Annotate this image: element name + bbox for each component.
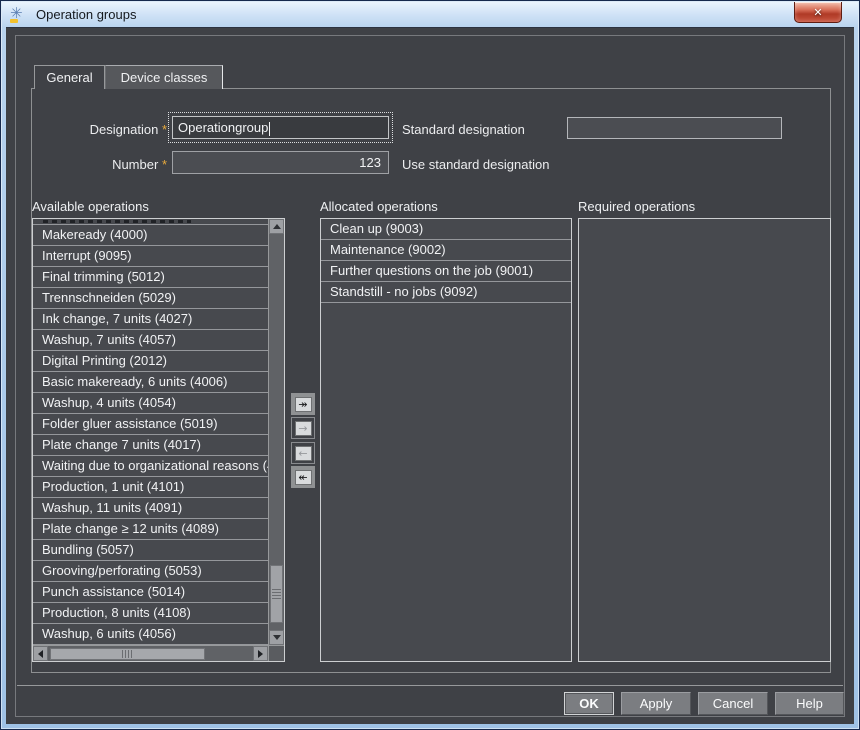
move-left-button[interactable]: ← xyxy=(291,442,315,464)
required-marker: * xyxy=(162,122,167,137)
list-item[interactable]: Plate change 7 units (4017) xyxy=(33,435,268,456)
scroll-down-button[interactable] xyxy=(269,630,284,645)
scroll-up-button[interactable] xyxy=(269,219,284,234)
footer-separator xyxy=(17,685,843,686)
allocated-operations-header: Allocated operations xyxy=(320,199,438,214)
list-item[interactable]: Washup, 6 units (4056) xyxy=(33,624,268,645)
list-item[interactable]: Interrupt (9095) xyxy=(33,246,268,267)
required-operations-header: Required operations xyxy=(578,199,695,214)
move-right-button[interactable]: → xyxy=(291,417,315,439)
list-item[interactable]: Grooving/perforating (5053) xyxy=(33,561,268,582)
tab-content-groupbox: Designation * Operationgroup Standard de… xyxy=(31,88,831,673)
list-item[interactable]: Digital Printing (2012) xyxy=(33,351,268,372)
required-operations-rows[interactable] xyxy=(579,219,830,661)
triangle-down-icon xyxy=(273,635,281,640)
list-item[interactable]: Standstill - no jobs (9092) xyxy=(321,282,571,303)
triangle-right-icon xyxy=(258,650,263,658)
scrollbar-corner xyxy=(268,645,284,661)
list-item[interactable]: Maintenance (9002) xyxy=(321,240,571,261)
required-operations-list[interactable] xyxy=(578,218,831,662)
arrow-right-icon: → xyxy=(295,421,312,436)
allocated-operations-rows[interactable]: Clean up (9003)Maintenance (9002)Further… xyxy=(321,219,571,661)
double-arrow-left-icon: ↞ xyxy=(295,470,312,485)
list-item[interactable]: Ink change, 7 units (4027) xyxy=(33,309,268,330)
standard-designation-input[interactable] xyxy=(567,117,782,139)
help-button[interactable]: Help xyxy=(775,692,844,715)
triangle-up-icon xyxy=(273,224,281,229)
text-caret xyxy=(269,122,270,136)
designation-input[interactable]: Operationgroup xyxy=(172,116,389,139)
list-item[interactable]: Waiting due to organizational reasons (4… xyxy=(33,456,268,477)
designation-label: Designation * xyxy=(32,122,167,137)
required-marker: * xyxy=(162,157,167,172)
double-arrow-right-icon: ↠ xyxy=(295,397,312,412)
list-item[interactable]: Washup, 11 units (4091) xyxy=(33,498,268,519)
list-item[interactable]: Further questions on the job (9001) xyxy=(321,261,571,282)
move-all-right-button[interactable]: ↠ xyxy=(291,393,315,415)
window-title: Operation groups xyxy=(36,7,136,22)
horizontal-scrollbar[interactable] xyxy=(33,645,268,661)
list-item[interactable]: Folder gluer assistance (5019) xyxy=(33,414,268,435)
apply-button[interactable]: Apply xyxy=(621,692,691,715)
list-item[interactable]: Final trimming (5012) xyxy=(33,267,268,288)
list-item[interactable]: Clean up (9003) xyxy=(321,219,571,240)
vertical-scroll-thumb[interactable] xyxy=(270,565,283,623)
tab-general[interactable]: General xyxy=(34,65,105,89)
scroll-left-button[interactable] xyxy=(33,646,48,661)
close-button[interactable]: ✕ xyxy=(794,2,842,23)
clipped-list-item[interactable] xyxy=(33,219,268,225)
triangle-left-icon xyxy=(38,650,43,658)
thumb-grip xyxy=(272,589,281,599)
number-label: Number * xyxy=(32,157,167,172)
window-frame: ✳ Operation groups ✕ General Device clas… xyxy=(0,0,860,730)
ok-button[interactable]: OK xyxy=(564,692,614,715)
tab-device-classes[interactable]: Device classes xyxy=(105,65,223,89)
list-item[interactable]: Washup, 4 units (4054) xyxy=(33,393,268,414)
list-item[interactable]: Punch assistance (5014) xyxy=(33,582,268,603)
scroll-right-button[interactable] xyxy=(253,646,268,661)
standard-designation-label: Standard designation xyxy=(402,122,525,137)
list-item[interactable]: Production, 1 unit (4101) xyxy=(33,477,268,498)
available-operations-rows[interactable]: Makeready (4000)Interrupt (9095)Final tr… xyxy=(33,219,268,645)
list-item[interactable]: Plate change ≥ 12 units (4089) xyxy=(33,519,268,540)
app-icon: ✳ xyxy=(10,6,27,23)
vertical-scrollbar[interactable] xyxy=(268,219,284,645)
list-item[interactable]: Trennschneiden (5029) xyxy=(33,288,268,309)
available-operations-header: Available operations xyxy=(32,199,149,214)
list-item[interactable]: Makeready (4000) xyxy=(33,225,268,246)
available-operations-list[interactable]: Makeready (4000)Interrupt (9095)Final tr… xyxy=(32,218,285,662)
use-standard-designation-label: Use standard designation xyxy=(402,157,549,172)
thumb-grip xyxy=(122,650,133,658)
list-item[interactable]: Bundling (5057) xyxy=(33,540,268,561)
horizontal-scroll-thumb[interactable] xyxy=(50,648,205,660)
dialog-body: General Device classes Designation * Ope… xyxy=(6,27,854,724)
move-all-left-button[interactable]: ↞ xyxy=(291,466,315,488)
cancel-button[interactable]: Cancel xyxy=(698,692,768,715)
arrow-left-icon: ← xyxy=(295,446,312,461)
titlebar: ✳ Operation groups xyxy=(2,2,858,27)
allocated-operations-list[interactable]: Clean up (9003)Maintenance (9002)Further… xyxy=(320,218,572,662)
number-input[interactable]: 123 xyxy=(172,151,389,174)
list-item[interactable]: Washup, 7 units (4057) xyxy=(33,330,268,351)
list-item[interactable]: Production, 8 units (4108) xyxy=(33,603,268,624)
list-item[interactable]: Basic makeready, 6 units (4006) xyxy=(33,372,268,393)
